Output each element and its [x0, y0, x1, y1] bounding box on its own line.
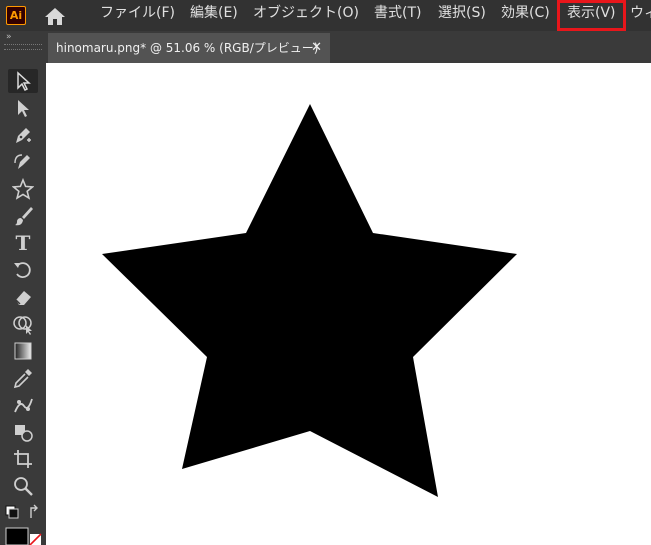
- close-tab-icon[interactable]: ✕: [311, 33, 322, 63]
- fill-stroke-swatch[interactable]: [4, 526, 42, 545]
- star-tool[interactable]: [8, 177, 38, 201]
- menu-type[interactable]: 書式(T): [374, 0, 421, 31]
- shapes-icon: [15, 425, 33, 442]
- eraser-tool[interactable]: [8, 285, 38, 309]
- menu-object[interactable]: オブジェクト(O): [253, 0, 359, 31]
- document-tab[interactable]: hinomaru.png* @ 51.06 % (RGB/プレビュー) ✕: [48, 33, 330, 63]
- star-shape[interactable]: [46, 63, 651, 545]
- tools-panel: T: [0, 63, 46, 545]
- swap-fill-stroke-control[interactable]: [4, 501, 42, 525]
- shape-builder-tool[interactable]: [8, 312, 38, 336]
- fill-stroke-swatch-icon: [5, 527, 42, 545]
- curvature-pen-icon: [14, 154, 30, 169]
- shape-builder-icon: [13, 316, 32, 335]
- artboard-tool[interactable]: [8, 447, 38, 471]
- menu-select[interactable]: 選択(S): [438, 0, 486, 31]
- rotate-tool[interactable]: [8, 258, 38, 282]
- eraser-icon: [15, 291, 31, 305]
- panel-collapse-icon[interactable]: »: [6, 32, 12, 42]
- artboard-canvas[interactable]: [46, 63, 651, 545]
- menu-edit[interactable]: 編集(E): [190, 0, 238, 31]
- pen-icon: [16, 128, 31, 143]
- curvature-tool[interactable]: [8, 150, 38, 174]
- swap-fill-stroke-icon: [5, 504, 38, 519]
- eyedropper-tool[interactable]: [8, 366, 38, 390]
- menu-bar: Ai ファイル(F) 編集(E) オブジェクト(O) 書式(T) 選択(S) 効…: [0, 0, 651, 31]
- home-icon[interactable]: [43, 6, 67, 26]
- document-tab-bar: » hinomaru.png* @ 51.06 % (RGB/プレビュー) ✕: [0, 31, 651, 63]
- direct-selection-tool[interactable]: [8, 96, 38, 120]
- paintbrush-tool[interactable]: [8, 204, 38, 228]
- menu-file[interactable]: ファイル(F): [100, 0, 175, 31]
- artboard-icon: [14, 450, 32, 468]
- panel-grip[interactable]: [4, 44, 42, 50]
- zoom-tool[interactable]: [8, 474, 38, 498]
- puppet-warp-tool[interactable]: [8, 393, 38, 417]
- illustrator-logo-icon: Ai: [6, 6, 26, 25]
- gradient-icon: [14, 342, 32, 360]
- shapes-tool[interactable]: [8, 420, 38, 444]
- puppet-warp-icon: [14, 398, 33, 413]
- paintbrush-icon: [15, 207, 33, 226]
- type-tool[interactable]: T: [8, 231, 38, 255]
- eyedropper-icon: [13, 369, 32, 389]
- menu-view[interactable]: 表示(V): [557, 0, 626, 31]
- menu-effect[interactable]: 効果(C): [501, 0, 550, 31]
- selection-tool[interactable]: [8, 69, 38, 93]
- rotate-icon: [14, 262, 31, 278]
- zoom-icon: [14, 477, 33, 496]
- direct-selection-arrow-icon: [18, 100, 29, 117]
- selection-arrow-icon: [17, 71, 31, 92]
- pen-tool[interactable]: [8, 123, 38, 147]
- star-icon: [12, 178, 34, 200]
- gradient-tool[interactable]: [8, 339, 38, 363]
- document-tab-title: hinomaru.png* @ 51.06 % (RGB/プレビュー): [56, 41, 319, 55]
- menu-window[interactable]: ウィ: [630, 0, 651, 31]
- type-icon: T: [15, 231, 31, 255]
